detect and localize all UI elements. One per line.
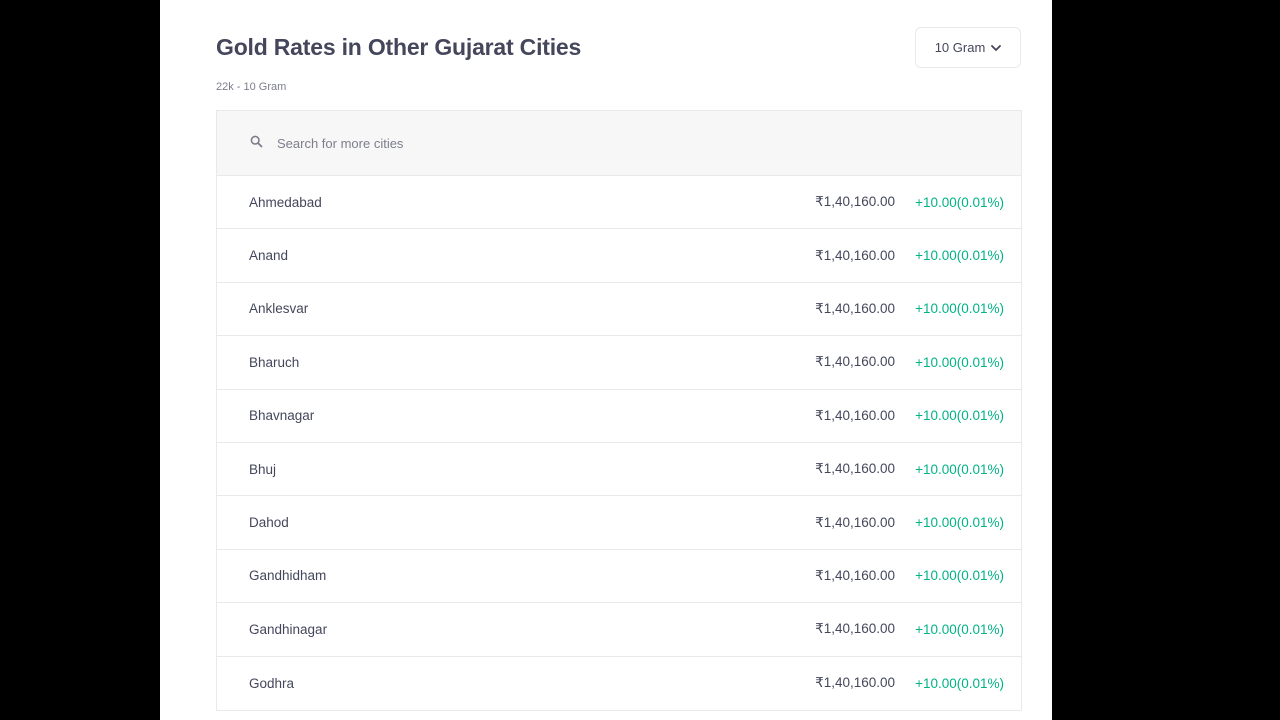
price-change: +10.00(0.01%) xyxy=(915,354,1004,370)
gold-rates-panel: Gold Rates in Other Gujarat Cities 22k -… xyxy=(160,0,1052,720)
gold-price: ₹1,40,160.00 xyxy=(815,675,896,691)
city-name: Bhuj xyxy=(249,461,277,477)
city-name: Godhra xyxy=(249,675,295,691)
table-row[interactable]: Godhra ₹1,40,160.00 +10.00(0.01%) xyxy=(217,657,1021,710)
price-change: +10.00(0.01%) xyxy=(915,568,1004,584)
gold-price: ₹1,40,160.00 xyxy=(815,567,896,583)
city-name: Anand xyxy=(249,248,289,264)
city-name: Ahmedabad xyxy=(249,194,322,210)
gold-price: ₹1,40,160.00 xyxy=(815,247,896,263)
price-change: +10.00(0.01%) xyxy=(915,194,1004,210)
city-name: Gandhidham xyxy=(249,568,327,584)
city-name: Bharuch xyxy=(249,354,300,370)
gold-price: ₹1,40,160.00 xyxy=(815,621,896,637)
search-bar xyxy=(217,111,1021,176)
city-name: Gandhinagar xyxy=(249,621,328,637)
price-change: +10.00(0.01%) xyxy=(915,675,1004,691)
table-row[interactable]: Bhuj ₹1,40,160.00 +10.00(0.01%) xyxy=(217,443,1021,497)
price-change: +10.00(0.01%) xyxy=(915,408,1004,424)
table-row[interactable]: Anand ₹1,40,160.00 +10.00(0.01%) xyxy=(217,229,1021,283)
page-title: Gold Rates in Other Gujarat Cities xyxy=(216,34,582,60)
gold-price: ₹1,40,160.00 xyxy=(815,354,896,370)
unit-dropdown-value: 10 Gram xyxy=(934,40,986,55)
gold-price: ₹1,40,160.00 xyxy=(815,300,896,316)
table-row[interactable]: Ahmedabad ₹1,40,160.00 +10.00(0.01%) xyxy=(217,176,1021,230)
price-change: +10.00(0.01%) xyxy=(915,621,1004,637)
search-icon xyxy=(250,134,264,148)
table-row[interactable]: Gandhidham ₹1,40,160.00 +10.00(0.01%) xyxy=(217,550,1021,604)
table-row[interactable]: Gandhinagar ₹1,40,160.00 +10.00(0.01%) xyxy=(217,603,1021,657)
gold-price: ₹1,40,160.00 xyxy=(815,514,896,530)
search-input[interactable] xyxy=(275,134,779,152)
city-name: Bhavnagar xyxy=(249,408,315,424)
unit-dropdown[interactable]: 10 Gram xyxy=(915,27,1021,68)
table-row[interactable]: Dahod ₹1,40,160.00 +10.00(0.01%) xyxy=(217,496,1021,550)
city-rates-table: Ahmedabad ₹1,40,160.00 +10.00(0.01%) Anand ₹… xyxy=(216,110,1022,711)
gold-price: ₹1,40,160.00 xyxy=(815,461,896,477)
city-name: Dahod xyxy=(249,515,289,531)
table-row[interactable]: Bhavnagar ₹1,40,160.00 +10.00(0.01%) xyxy=(217,390,1021,443)
gold-price: ₹1,40,160.00 xyxy=(815,407,896,423)
city-name: Anklesvar xyxy=(249,301,309,317)
price-change: +10.00(0.01%) xyxy=(915,248,1004,264)
price-change: +10.00(0.01%) xyxy=(915,515,1004,531)
table-row[interactable]: Bharuch ₹1,40,160.00 +10.00(0.01%) xyxy=(217,336,1021,390)
page-subtitle: 22k - 10 Gram xyxy=(216,81,287,93)
chevron-down-icon xyxy=(991,44,1002,52)
table-row[interactable]: Anklesvar ₹1,40,160.00 +10.00(0.01%) xyxy=(217,283,1021,337)
price-change: +10.00(0.01%) xyxy=(915,461,1004,477)
price-change: +10.00(0.01%) xyxy=(915,301,1004,317)
gold-price: ₹1,40,160.00 xyxy=(815,194,896,210)
city-rows: Ahmedabad ₹1,40,160.00 +10.00(0.01%) Anand ₹… xyxy=(217,176,1021,710)
